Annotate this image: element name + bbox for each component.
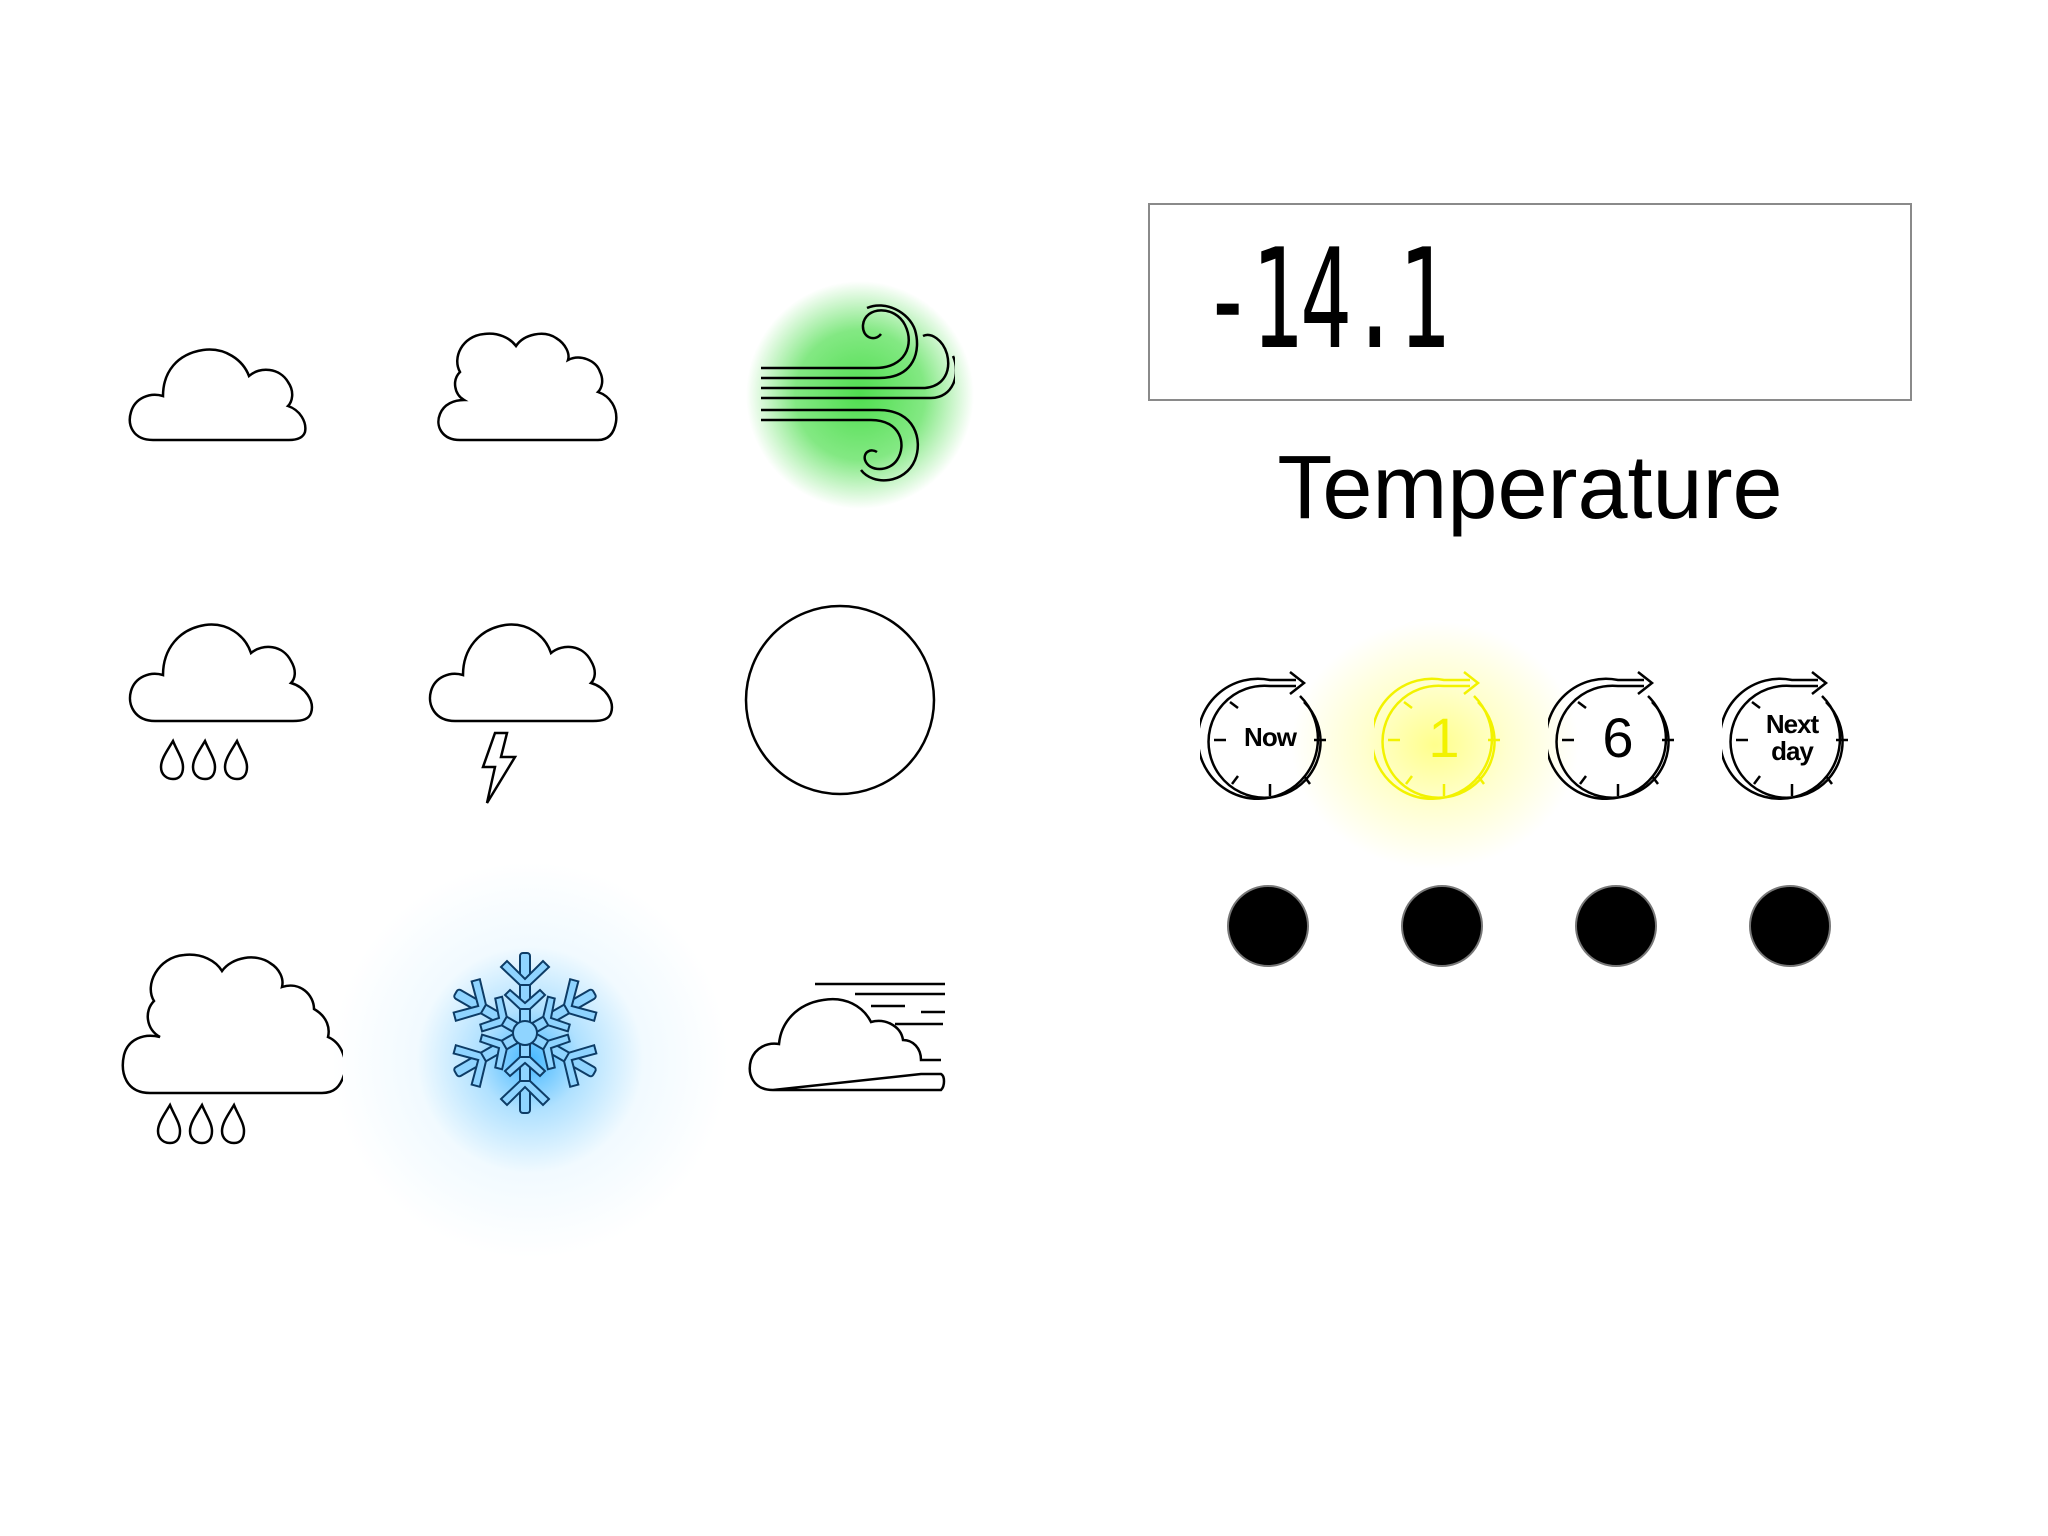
display-label: Temperature [1277,438,1783,538]
clock-icon-next-day[interactable]: Next day [1718,668,1862,808]
heavy-rain-icon[interactable] [118,945,343,1155]
thunderstorm-icon[interactable] [425,605,625,815]
dial-label: 6 [1602,705,1634,769]
dial-label: Next day [1765,708,1819,766]
indicator-light-2[interactable] [1401,885,1483,967]
indicator-light-3[interactable] [1575,885,1657,967]
clock-icon-6[interactable]: 6 [1544,668,1688,808]
clock-icon-now[interactable]: Now [1196,668,1340,808]
temperature-display: -14.1 [1148,203,1912,401]
cloud-icon-alt[interactable] [432,322,622,450]
cloud-icon[interactable] [125,330,315,450]
indicator-light-1[interactable] [1227,885,1309,967]
rain-cloud-icon[interactable] [125,605,325,785]
dial-label: 1 [1428,705,1460,769]
clear-sun-icon[interactable] [740,600,940,800]
temperature-value: -14.1 [1202,219,1450,380]
clock-icon-1[interactable]: 1 [1370,668,1514,808]
dial-label: Now [1244,722,1297,753]
windy-cloud-icon[interactable] [745,978,955,1098]
indicator-light-4[interactable] [1749,885,1831,967]
wind-icon[interactable] [755,300,955,490]
snowflake-icon[interactable] [440,948,610,1118]
